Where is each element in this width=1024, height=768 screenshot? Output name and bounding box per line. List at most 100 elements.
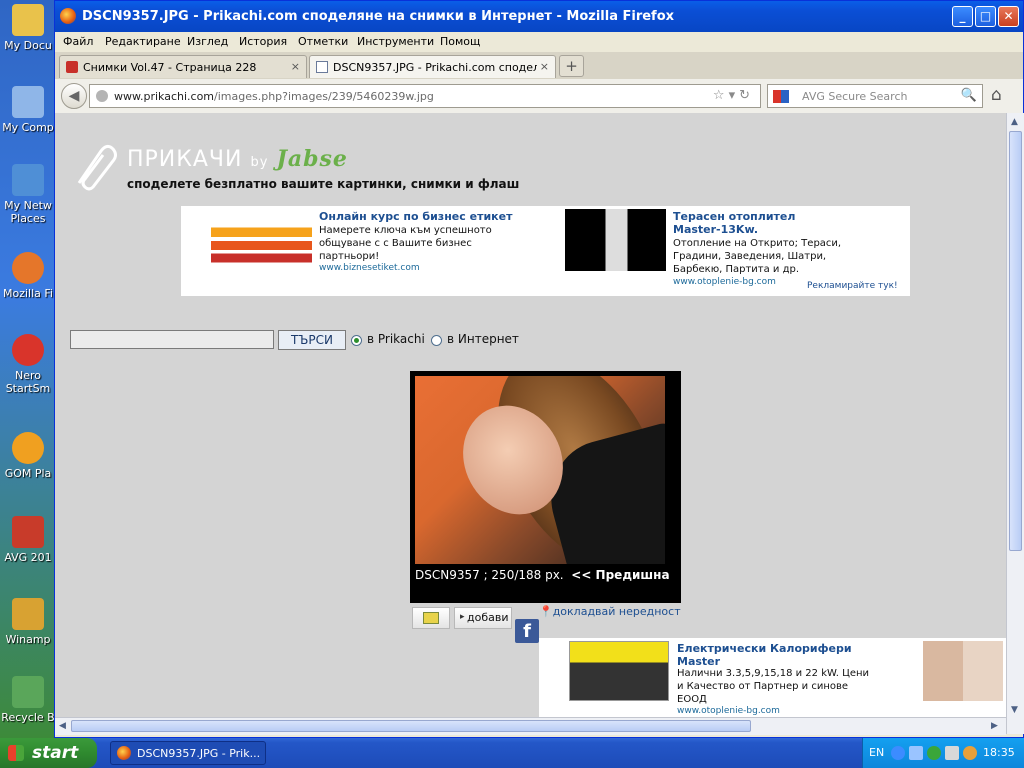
clock: 18:35 bbox=[983, 746, 1015, 759]
recycle-bin-icon bbox=[12, 676, 44, 708]
ad-title[interactable]: Терасен отоплител Master-13Kw. bbox=[673, 210, 813, 236]
image-viewer: DSCN9357 ; 250/188 px. << Предишна bbox=[410, 371, 681, 603]
share-button[interactable] bbox=[412, 607, 450, 629]
desktop-icon-nero[interactable]: Nero StartSm bbox=[0, 334, 56, 395]
site-favicon-icon bbox=[66, 61, 78, 73]
back-button[interactable]: ◀ bbox=[61, 83, 87, 109]
close-button[interactable]: ✕ bbox=[998, 6, 1019, 27]
desktop-icon-avg[interactable]: AVG 201 bbox=[0, 516, 56, 564]
play-arrow-icon: ▸ bbox=[460, 612, 465, 622]
ad-banner-bottom: Електрически Калорифери Master Налични 3… bbox=[539, 638, 1006, 717]
minimize-button[interactable]: _ bbox=[952, 6, 973, 27]
computer-icon bbox=[12, 86, 44, 118]
ad-image-etiquette[interactable] bbox=[211, 209, 312, 271]
search-button[interactable]: ТЪРСИ bbox=[278, 330, 346, 350]
menu-edit[interactable]: Редактиране bbox=[105, 35, 181, 48]
site-tagline: споделете безплатно вашите картинки, сни… bbox=[127, 177, 520, 191]
radio-internet-label: в Интернет bbox=[447, 332, 519, 346]
ad-link[interactable]: www.otoplenie-bg.com bbox=[673, 277, 776, 287]
url-bar[interactable]: www.prikachi.com/images.php?images/239/5… bbox=[89, 84, 761, 108]
nero-icon bbox=[12, 334, 44, 366]
menu-tools[interactable]: Инструменти bbox=[357, 35, 434, 48]
tab-close-icon[interactable]: × bbox=[291, 60, 300, 73]
scroll-up-icon[interactable]: ▲ bbox=[1011, 117, 1018, 127]
search-placeholder: AVG Secure Search bbox=[802, 90, 908, 103]
radio-internet[interactable] bbox=[431, 335, 442, 346]
pin-icon: 📍 bbox=[539, 605, 553, 618]
ad-link[interactable]: www.biznesetiket.com bbox=[319, 263, 420, 273]
ad-title[interactable]: Електрически Калорифери Master bbox=[677, 642, 877, 668]
magnifier-icon[interactable]: 🔍 bbox=[961, 88, 977, 103]
desktop-icon-recycle-bin[interactable]: Recycle B bbox=[0, 676, 56, 724]
tray-arrow-icon[interactable] bbox=[891, 746, 905, 760]
taskbar-item-firefox[interactable]: DSCN9357.JPG - Prik... bbox=[110, 741, 266, 765]
menu-view[interactable]: Изглед bbox=[187, 35, 228, 48]
taskbar: start DSCN9357.JPG - Prik... EN 18:35 bbox=[0, 738, 1024, 768]
desktop-icon-winamp[interactable]: Winamp bbox=[0, 598, 56, 646]
radio-prikachi-label: в Prikachi bbox=[367, 332, 425, 346]
home-icon[interactable]: ⌂ bbox=[991, 85, 1002, 105]
title-bar[interactable]: DSCN9357.JPG - Prikachi.com споделяне на… bbox=[55, 1, 1023, 32]
maximize-button[interactable]: □ bbox=[975, 6, 996, 27]
start-button[interactable]: start bbox=[0, 738, 97, 768]
language-indicator[interactable]: EN bbox=[869, 746, 884, 759]
ad-image-heater-electric[interactable] bbox=[569, 641, 669, 701]
search-input[interactable] bbox=[70, 330, 274, 349]
main-photo[interactable] bbox=[415, 376, 665, 564]
scroll-down-icon[interactable]: ▼ bbox=[1011, 705, 1018, 715]
scroll-left-icon[interactable]: ◀ bbox=[59, 721, 66, 731]
bookmark-star-icon[interactable]: ☆▾↻ bbox=[713, 88, 754, 103]
tab-close-icon[interactable]: × bbox=[540, 60, 549, 73]
ad-text: Отопление на Открито; Тераси, Градини, З… bbox=[673, 238, 842, 275]
horizontal-scrollbar[interactable]: ◀ ▶ bbox=[55, 717, 1006, 735]
scroll-right-icon[interactable]: ▶ bbox=[991, 721, 998, 731]
desktop-icon-my-documents[interactable]: My Docu bbox=[0, 4, 56, 52]
firefox-icon bbox=[60, 8, 76, 24]
vertical-scroll-thumb[interactable] bbox=[1009, 131, 1022, 551]
folder-icon bbox=[12, 4, 44, 36]
tab-dscn9357[interactable]: DSCN9357.JPG - Prikachi.com споделян... … bbox=[309, 55, 556, 78]
menu-bookmarks[interactable]: Отметки bbox=[298, 35, 348, 48]
ad-image-face[interactable] bbox=[923, 641, 1003, 701]
image-caption: DSCN9357 ; 250/188 px. << Предишна bbox=[415, 568, 670, 582]
avg-search-icon[interactable] bbox=[773, 90, 789, 103]
firefox-icon bbox=[12, 252, 44, 284]
facebook-icon[interactable]: f bbox=[515, 619, 539, 643]
window-title: DSCN9357.JPG - Prikachi.com споделяне на… bbox=[82, 9, 675, 24]
new-tab-button[interactable]: + bbox=[559, 55, 584, 77]
site-brand[interactable]: ПРИКАЧИ by Jabse bbox=[127, 146, 348, 172]
url-text: www.prikachi.com/images.php?images/239/5… bbox=[114, 90, 434, 103]
ad-link[interactable]: www.otoplenie-bg.com bbox=[677, 706, 780, 716]
volume-icon[interactable] bbox=[945, 746, 959, 760]
gom-player-icon bbox=[12, 432, 44, 464]
menu-history[interactable]: История bbox=[239, 35, 287, 48]
horizontal-scroll-thumb[interactable] bbox=[71, 720, 751, 732]
ad-image-heater[interactable] bbox=[565, 209, 666, 271]
advertise-here-link[interactable]: Рекламирайте тук! bbox=[807, 281, 898, 291]
report-link[interactable]: 📍докладвай нередност bbox=[539, 605, 681, 618]
paperclip-logo-icon bbox=[77, 144, 117, 191]
ad-text: Налични 3.3,5,9,15,18 и 22 kW. Цени и Ка… bbox=[677, 668, 870, 705]
desktop-icon-firefox[interactable]: Mozilla Fi bbox=[0, 252, 56, 300]
ad-title[interactable]: Онлайн курс по бизнес етикет bbox=[319, 210, 512, 223]
tab-snimki[interactable]: Снимки Vol.47 - Страница 228 × bbox=[59, 55, 307, 78]
vertical-scrollbar[interactable]: ▲ ▼ bbox=[1006, 113, 1024, 734]
desktop-icon-gom[interactable]: GOM Pla bbox=[0, 432, 56, 480]
radio-prikachi[interactable] bbox=[351, 335, 362, 346]
menu-file[interactable]: Файл bbox=[63, 35, 93, 48]
menu-help[interactable]: Помощ bbox=[440, 35, 480, 48]
add-button[interactable]: ▸ добави bbox=[454, 607, 512, 629]
previous-link[interactable]: << Предишна bbox=[571, 568, 669, 582]
search-bar[interactable]: AVG Secure Search 🔍 bbox=[767, 84, 983, 108]
desktop-icon-my-computer[interactable]: My Comp bbox=[0, 86, 56, 134]
desktop-icon-my-network[interactable]: My Netw Places bbox=[0, 164, 56, 225]
winamp-icon bbox=[12, 598, 44, 630]
navigation-bar: ◀ www.prikachi.com/images.php?images/239… bbox=[55, 79, 1023, 114]
avg-icon bbox=[12, 516, 44, 548]
network-icon[interactable] bbox=[909, 746, 923, 760]
tray-app-icon[interactable] bbox=[963, 746, 977, 760]
globe-icon bbox=[96, 90, 108, 102]
utorrent-icon[interactable] bbox=[927, 746, 941, 760]
folder-arrow-icon bbox=[423, 612, 439, 624]
firefox-window: DSCN9357.JPG - Prikachi.com споделяне на… bbox=[54, 0, 1024, 738]
